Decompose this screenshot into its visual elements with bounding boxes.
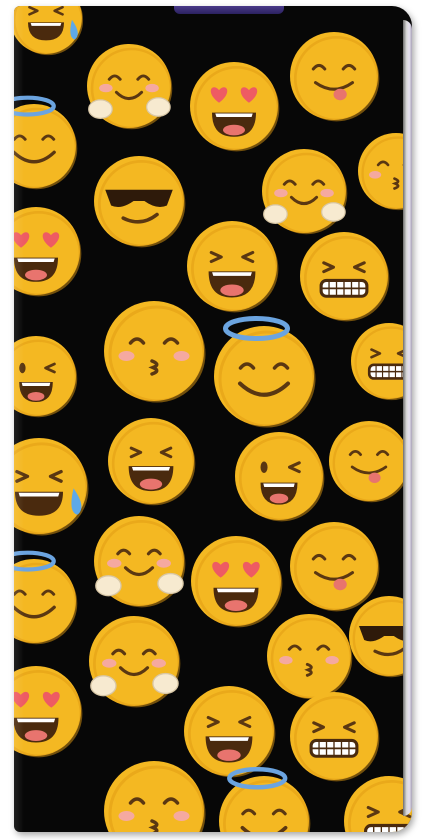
heart-eyes-emoji-icon xyxy=(14,666,83,758)
hug-emoji-icon xyxy=(87,44,173,130)
tongue-emoji-icon xyxy=(329,421,411,503)
heart-eyes-emoji-icon xyxy=(190,62,280,152)
halo-emoji-icon xyxy=(14,95,78,190)
sunglasses-emoji-icon xyxy=(349,596,412,678)
grin-emoji-icon xyxy=(290,692,380,782)
wink-emoji-icon xyxy=(235,432,325,522)
grin-emoji-icon xyxy=(300,232,390,322)
laugh-emoji-icon xyxy=(187,221,279,313)
hug-emoji-icon xyxy=(89,616,181,708)
grin-emoji-icon xyxy=(344,776,412,832)
hug-emoji-icon xyxy=(94,516,186,608)
laugh-emoji-icon xyxy=(108,418,196,506)
halo-emoji-icon xyxy=(214,316,316,428)
halo-emoji-icon xyxy=(219,767,311,832)
tongue-emoji-icon xyxy=(290,32,380,122)
wink-emoji-icon xyxy=(14,336,78,418)
kiss-emoji-icon xyxy=(104,761,206,832)
kiss-emoji-icon xyxy=(104,301,206,403)
heart-eyes-emoji-icon xyxy=(191,536,283,628)
sunglasses-emoji-icon xyxy=(94,156,186,248)
tear-joy-emoji-icon xyxy=(14,438,89,536)
emoji-pattern xyxy=(14,6,412,832)
laugh-emoji-icon xyxy=(184,686,276,778)
halo-emoji-icon xyxy=(14,550,78,645)
tongue-emoji-icon xyxy=(290,522,380,612)
grin-emoji-icon xyxy=(351,323,412,401)
hug-emoji-icon xyxy=(262,149,348,235)
tear-joy-emoji-icon xyxy=(14,6,84,56)
phone-case-cover xyxy=(14,6,412,832)
kiss-emoji-icon xyxy=(358,133,412,211)
heart-eyes-emoji-icon xyxy=(14,207,82,297)
kiss-emoji-icon xyxy=(267,614,353,700)
